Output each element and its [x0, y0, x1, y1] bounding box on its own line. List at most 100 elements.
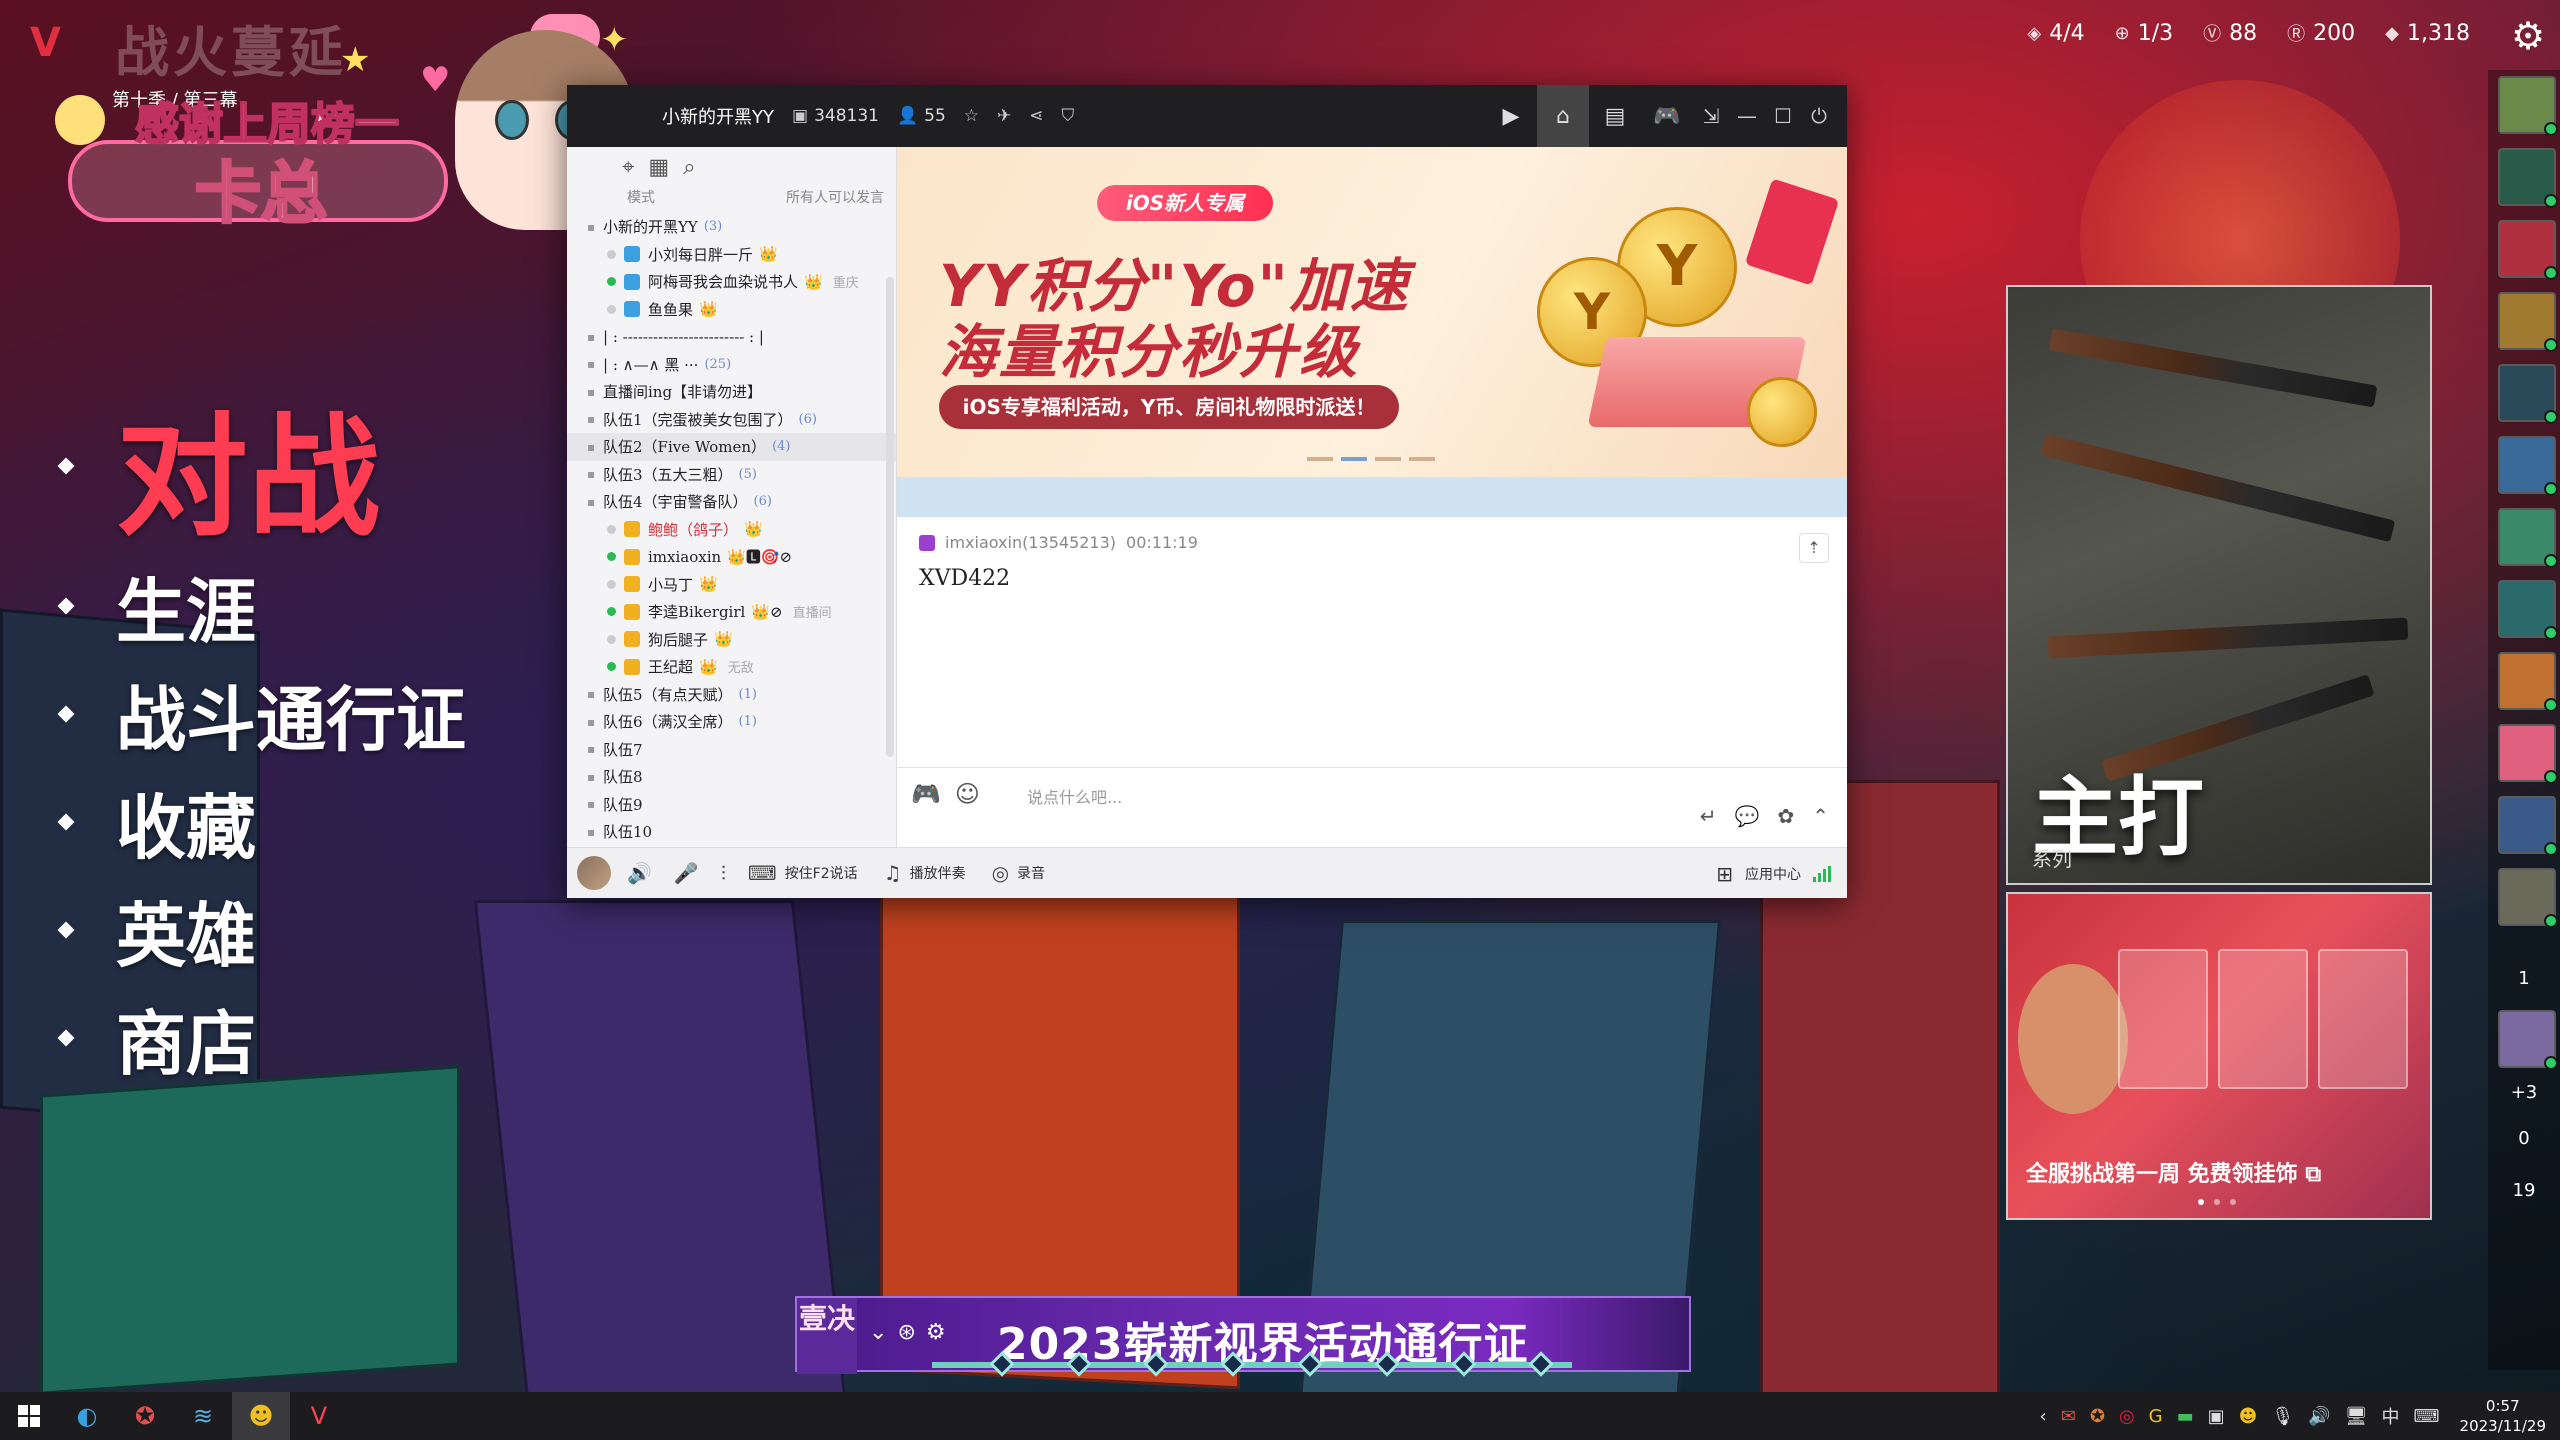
shield-icon[interactable]: ⛉	[1062, 106, 1075, 126]
tray-app-icon[interactable]: ✪	[2090, 1406, 2105, 1427]
play-music-button[interactable]: ♫ 播放伴奏	[884, 861, 966, 885]
menu-agents[interactable]: 英雄	[57, 876, 466, 984]
record-button[interactable]: ◎ 录音	[992, 861, 1045, 885]
yy-titlebar[interactable]: 小新的开黑YY ▣ 348131 👤 55 ☆ ✈ ⋖ ⛉ ▶ ⌂ ▤ 🎮 ⇲ …	[567, 85, 1847, 147]
collapse-icon[interactable]: ⇲	[1693, 104, 1729, 128]
microphone-tray-icon[interactable]: 🎙	[2271, 1406, 2294, 1427]
sub-channel-item[interactable]: ▪ 队伍7	[567, 736, 896, 764]
keyboard-tray-icon[interactable]: ⌨	[2414, 1406, 2440, 1427]
tree-scrollbar[interactable]	[886, 277, 894, 757]
friend-avatar[interactable]	[2498, 580, 2558, 640]
push-to-talk-button[interactable]: ⌨ 按住F2说话	[748, 861, 858, 885]
channel-member[interactable]: 鱼鱼果 👑	[567, 296, 896, 324]
message-input-area[interactable]: 🎮 ☺ 说点什么吧... ↵ 💬 ✿ ⌃	[897, 767, 1847, 847]
sub-channel-item[interactable]: ▪ 直播间ing【非请勿进】	[567, 378, 896, 406]
speaker-icon[interactable]: 🔊	[627, 861, 652, 885]
friend-avatar[interactable]	[2498, 148, 2558, 208]
face-icon[interactable]: ☺	[955, 780, 980, 808]
app-blue-icon[interactable]: ≋	[174, 1392, 232, 1440]
minimize-icon[interactable]: —	[1729, 104, 1765, 128]
channel-member[interactable]: 王纪超 👑 无敌	[567, 653, 896, 681]
friend-avatar[interactable]	[2498, 436, 2558, 496]
grid-icon[interactable]: ⊞	[1716, 862, 1733, 886]
share-icon[interactable]: ⋖	[1029, 106, 1043, 126]
app-center-button[interactable]: 应用中心	[1745, 864, 1801, 884]
channel-member[interactable]: 鲍鲍（鸽子） 👑	[567, 516, 896, 544]
edge-browser-icon[interactable]: ◐	[58, 1392, 116, 1440]
sub-channel-item[interactable]: ▪ 队伍3（五大三粗） (5)	[567, 461, 896, 489]
menu-collection[interactable]: 收藏	[57, 768, 466, 876]
sub-channel-item[interactable]: ▪ 队伍8	[567, 763, 896, 791]
featured-bundle-panel[interactable]: 主打 系列	[2006, 285, 2432, 885]
app-red-icon[interactable]: ✪	[116, 1392, 174, 1440]
event-pager[interactable]	[2198, 1199, 2236, 1205]
stat-kingdom-credits[interactable]: ◆ 1,318	[2385, 21, 2470, 46]
avatar[interactable]	[577, 856, 611, 890]
network-icon[interactable]: 🖥	[2345, 1406, 2368, 1427]
friend-avatar[interactable]	[2498, 508, 2558, 568]
event-panel[interactable]: 全服挑战第一周 免费领挂饰 ⧉	[2006, 892, 2432, 1220]
sub-channel-item[interactable]: ▪ 队伍6（满汉全席） (1)	[567, 708, 896, 736]
friend-avatar[interactable]	[2498, 76, 2558, 136]
flower-icon[interactable]: ✿	[1777, 804, 1794, 828]
friend-avatar[interactable]	[2498, 220, 2558, 280]
microphone-icon[interactable]: 🎤	[674, 861, 699, 885]
tray-app-icon[interactable]: ✉	[2061, 1406, 2076, 1427]
sub-channel-item[interactable]: ▪ 队伍2（Five Women） (4)	[567, 433, 896, 461]
plane-icon[interactable]: ✈	[997, 106, 1011, 126]
menu-battlepass[interactable]: 战斗通行证	[57, 660, 466, 768]
layout-icon[interactable]: ▤	[1589, 85, 1641, 147]
sub-channel-item[interactable]: ▪ 队伍5（有点天赋） (1)	[567, 681, 896, 709]
emoji-game-icon[interactable]: 🎮	[911, 780, 941, 808]
channel-member[interactable]: 小马丁 👑	[567, 571, 896, 599]
friend-avatar[interactable]	[2498, 364, 2558, 424]
message-input[interactable]: 说点什么吧...	[1027, 784, 1122, 808]
channel-member[interactable]: 阿梅哥我会血染说书人 👑 重庆	[567, 268, 896, 296]
video-icon[interactable]: ▶	[1485, 85, 1537, 147]
input-method-indicator[interactable]: 中	[2382, 1403, 2400, 1429]
channel-item[interactable]: ▪ | : ∧—∧ 黑 ··· (25)	[567, 351, 896, 379]
stat-radianite[interactable]: Ⓡ 200	[2287, 20, 2355, 46]
menu-store[interactable]: 商店	[57, 984, 466, 1092]
gear-icon[interactable]: ⚙	[2506, 14, 2550, 58]
channel-member[interactable]: 狗后腿子 👑	[567, 626, 896, 654]
tray-app-icon[interactable]: ▣	[2208, 1406, 2225, 1427]
gamepad-icon[interactable]: 🎮	[1641, 85, 1693, 147]
menu-play[interactable]: 对战	[57, 380, 466, 555]
volume-icon[interactable]: 🔊	[2308, 1406, 2330, 1427]
scroll-top-icon[interactable]: ⇡	[1799, 533, 1829, 563]
windows-start-icon[interactable]	[0, 1392, 58, 1440]
sub-channel-item[interactable]: ▪ 队伍1（完蛋被美女包围了） (6)	[567, 406, 896, 434]
chevron-up-icon[interactable]: ⌃	[1812, 804, 1829, 828]
location-icon[interactable]: ⌖	[622, 155, 634, 180]
valorant-app-icon[interactable]: V	[290, 1392, 348, 1440]
channel-item[interactable]: ▪ | : ------------------------ : |	[567, 323, 896, 351]
enter-icon[interactable]: ↵	[1700, 804, 1717, 828]
yy-app-icon[interactable]: ☻	[232, 1392, 290, 1440]
favorite-star-icon[interactable]: ☆	[964, 106, 979, 126]
tray-app-icon[interactable]: G	[2149, 1406, 2163, 1427]
stat-valorant-points[interactable]: Ⓥ 88	[2203, 20, 2257, 46]
menu-career[interactable]: 生涯	[57, 552, 466, 660]
chevron-left-icon[interactable]: ‹	[2040, 1406, 2047, 1427]
friend-avatar[interactable]	[2498, 796, 2558, 856]
search-icon[interactable]: ⌕	[683, 155, 695, 180]
equalizer-icon[interactable]: ⫶	[721, 861, 726, 885]
tray-app-icon[interactable]: ◎	[2119, 1406, 2135, 1427]
tray-app-icon[interactable]: ▬	[2177, 1406, 2194, 1427]
friend-avatar[interactable]	[2498, 868, 2558, 928]
home-icon[interactable]: ⌂	[1537, 85, 1589, 147]
friend-avatar[interactable]	[2498, 1010, 2558, 1070]
friend-avatar[interactable]	[2498, 724, 2558, 784]
channel-member[interactable]: 小刘每日胖一斤 👑	[567, 241, 896, 269]
channel-item[interactable]: ▪ 小新的开黑YY (3)	[567, 213, 896, 241]
message-sender[interactable]: imxiaoxin(13545213)	[945, 533, 1116, 552]
sub-channel-item[interactable]: ▪ 队伍4（宇宙警备队） (6)	[567, 488, 896, 516]
friend-avatar[interactable]	[2498, 652, 2558, 712]
sub-channel-item[interactable]: ▪ 队伍10	[567, 818, 896, 846]
tray-app-icon[interactable]: ☻	[2239, 1406, 2258, 1427]
channel-member[interactable]: 李逵Bikergirl 👑⊘ 直播间	[567, 598, 896, 626]
sub-channel-item[interactable]: ▪ 队伍9	[567, 791, 896, 819]
invite-count[interactable]: +3	[2488, 1082, 2560, 1103]
power-icon[interactable]: ⏻	[1801, 104, 1837, 128]
